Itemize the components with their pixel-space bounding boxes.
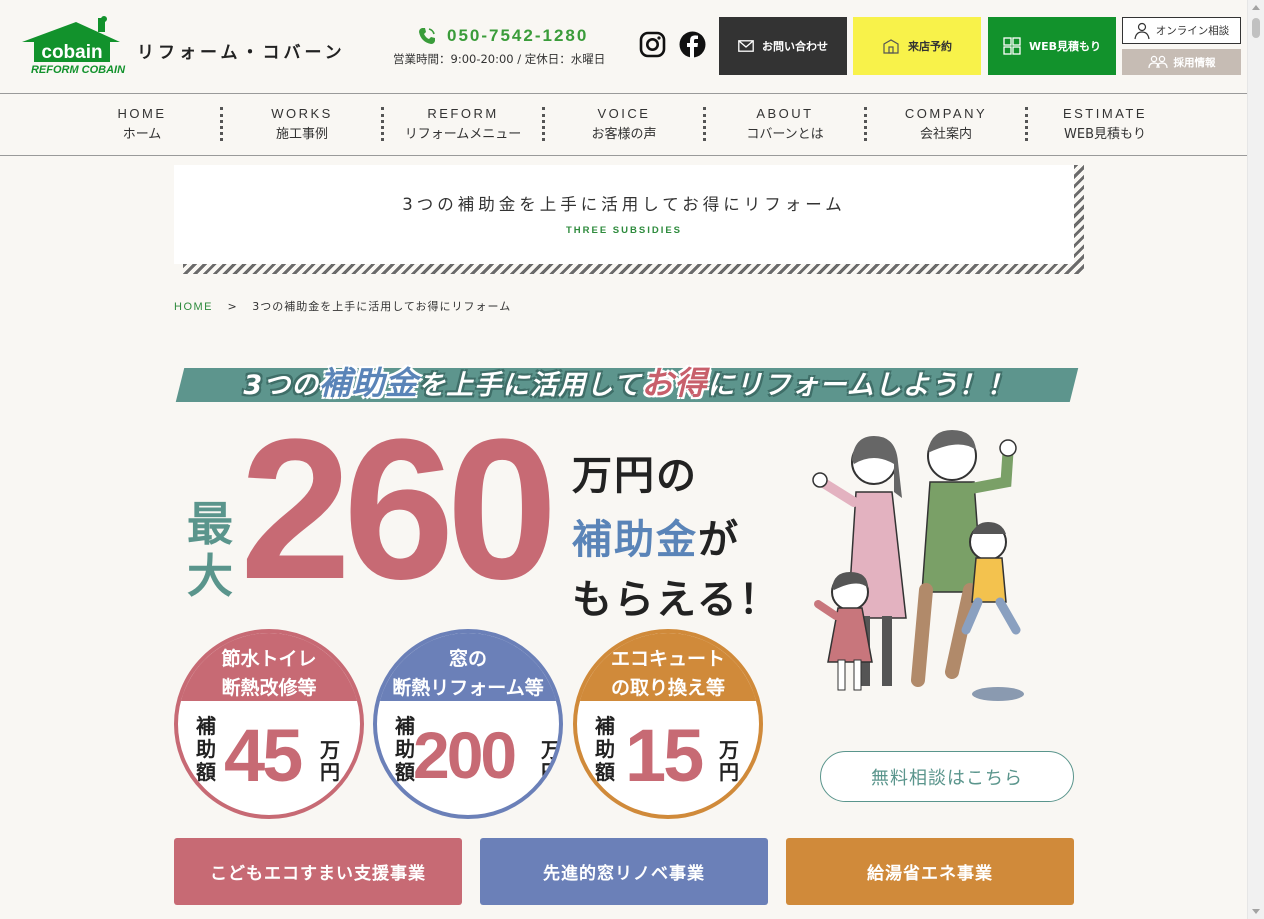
subsidy-amount: 200 bbox=[413, 718, 517, 792]
circle-title-line: 断熱リフォーム等 bbox=[392, 677, 544, 699]
amount-unit: 万円 bbox=[541, 738, 561, 784]
site-header: cobain REFORM COBAIN リフォーム・コバーン 050-7542… bbox=[0, 0, 1247, 94]
subsidy-circle-window: 窓の 断熱リフォーム等 補助額 200 万円 bbox=[373, 629, 563, 819]
nav-label-en: WORKS bbox=[271, 106, 333, 121]
nav-label-ja: リフォームメニュー bbox=[404, 127, 522, 142]
shop-icon bbox=[883, 39, 899, 54]
circle-title-line: エコキュート bbox=[610, 648, 725, 670]
circle-title: 窓の 断熱リフォーム等 bbox=[377, 645, 559, 703]
nav-item-works[interactable]: WORKS 施工事例 bbox=[222, 106, 382, 142]
company-logo[interactable]: cobain REFORM COBAIN bbox=[16, 16, 141, 76]
page-title-box: 3つの補助金を上手に活用してお得にリフォーム THREE SUBSIDIES bbox=[174, 165, 1084, 274]
subsidy-amount: 45 bbox=[224, 714, 303, 797]
subsidy-banner: 3つの補助金を上手に活用してお得にリフォームしよう！！ 最大 260 万円の 補… bbox=[174, 340, 1084, 830]
ribbon-text-part: 3つの bbox=[243, 370, 320, 401]
recruit-button[interactable]: 採用情報 bbox=[1122, 49, 1241, 75]
breadcrumb-current: 3つの補助金を上手に活用してお得にリフォーム bbox=[252, 300, 512, 313]
nav-item-reform[interactable]: REFORM リフォームメニュー bbox=[383, 106, 543, 142]
ribbon-highlight-otoku: お得 bbox=[641, 364, 708, 402]
visit-reservation-button[interactable]: 来店予約 bbox=[853, 17, 981, 75]
phone-contact[interactable]: 050-7542-1280 bbox=[417, 26, 588, 46]
subsidy-amount: 15 bbox=[625, 714, 704, 797]
breadcrumb-home[interactable]: HOME bbox=[174, 301, 213, 313]
phone-number[interactable]: 050-7542-1280 bbox=[447, 26, 588, 46]
nav-label-en: HOME bbox=[117, 106, 167, 121]
ribbon-highlight-subsidy: 補助金 bbox=[319, 364, 419, 402]
online-consult-label: オンライン相談 bbox=[1155, 25, 1230, 37]
program-button-window-renovation[interactable]: 先進的窓リノベ事業 bbox=[480, 838, 768, 905]
amount-unit: 万円 bbox=[719, 738, 739, 784]
nav-item-home[interactable]: HOME ホーム bbox=[62, 106, 222, 142]
family-illustration bbox=[812, 430, 1024, 701]
nav-label-en: VOICE bbox=[597, 106, 651, 121]
circle-title-line: 節水トイレ bbox=[221, 648, 317, 670]
circle-title: エコキュート の取り換え等 bbox=[577, 645, 759, 703]
page-title: 3つの補助金を上手に活用してお得にリフォーム bbox=[402, 195, 846, 214]
web-estimate-button[interactable]: WEB見積もり bbox=[988, 17, 1116, 75]
nav-label-ja: ホーム bbox=[122, 127, 162, 142]
program-button-water-heater[interactable]: 給湯省エネ事業 bbox=[786, 838, 1074, 905]
phone-icon bbox=[419, 28, 435, 44]
nav-label-en: REFORM bbox=[427, 106, 499, 121]
instagram-icon[interactable] bbox=[639, 31, 666, 58]
circle-title-line: 窓の bbox=[448, 648, 487, 670]
ribbon-text-part: を上手に活用して bbox=[418, 370, 642, 401]
calculator-icon bbox=[1003, 37, 1021, 55]
amount-label: 補助額 bbox=[196, 714, 216, 784]
mail-icon bbox=[738, 40, 754, 52]
subsidy-circle-toilet: 節水トイレ 断熱改修等 補助額 45 万円 bbox=[174, 629, 364, 819]
circle-title-line: 断熱改修等 bbox=[221, 677, 317, 699]
nav-item-voice[interactable]: VOICE お客様の声 bbox=[544, 106, 704, 142]
svg-text:REFORM COBAIN: REFORM COBAIN bbox=[31, 64, 126, 76]
headline-line-1: 万円の bbox=[572, 453, 698, 499]
headline-line-2: 補助金が bbox=[572, 507, 740, 565]
nav-label-ja: WEB見積もり bbox=[1064, 127, 1146, 142]
scrollbar-thumb[interactable] bbox=[1252, 18, 1260, 38]
nav-label-en: ESTIMATE bbox=[1062, 106, 1148, 121]
ribbon-text-part: にリフォームしよう！！ bbox=[707, 370, 1015, 401]
scroll-down-arrow[interactable] bbox=[1252, 909, 1260, 914]
nav-label-ja: お客様の声 bbox=[591, 127, 657, 142]
nav-label-ja: 会社案内 bbox=[919, 127, 972, 142]
svg-text:cobain: cobain bbox=[41, 42, 102, 63]
global-nav: HOME ホーム WORKS 施工事例 REFORM リフォームメニュー VOI… bbox=[0, 94, 1247, 156]
amount-unit: 万円 bbox=[320, 738, 340, 784]
contact-button-label: お問い合わせ bbox=[762, 40, 828, 53]
program-button-kodomo-eco[interactable]: こどもエコすまい支援事業 bbox=[174, 838, 462, 905]
headline-line-3: もらえる！ bbox=[572, 577, 781, 623]
nav-item-estimate[interactable]: ESTIMATE WEB見積もり bbox=[1025, 106, 1185, 142]
free-consultation-button[interactable]: 無料相談はこちら bbox=[820, 751, 1074, 802]
nav-label-en: COMPANY bbox=[904, 106, 988, 121]
page-subtitle: THREE SUBSIDIES bbox=[565, 225, 683, 236]
breadcrumb: HOME > 3つの補助金を上手に活用してお得にリフォーム bbox=[174, 298, 511, 314]
contact-button[interactable]: お問い合わせ bbox=[719, 17, 847, 75]
nav-item-company[interactable]: COMPANY 会社案内 bbox=[866, 106, 1026, 142]
nav-label-ja: 施工事例 bbox=[275, 127, 328, 142]
headline-subsidy-word: 補助金 bbox=[572, 517, 698, 563]
breadcrumb-separator: > bbox=[227, 300, 238, 313]
scroll-up-arrow[interactable] bbox=[1252, 5, 1260, 10]
circle-title-line: の取り換え等 bbox=[610, 677, 725, 699]
nav-label-ja: コバーンとは bbox=[746, 127, 824, 142]
person-icon bbox=[1134, 22, 1150, 39]
max-label: 最大 bbox=[187, 497, 233, 603]
facebook-icon[interactable] bbox=[679, 31, 706, 58]
amount-label: 補助額 bbox=[595, 714, 615, 784]
site-name: リフォーム・コバーン bbox=[137, 43, 346, 63]
nav-item-about[interactable]: ABOUT コバーンとは bbox=[705, 106, 865, 142]
business-hours: 営業時間：9:00-20:00 / 定休日：水曜日 bbox=[393, 52, 606, 66]
title-panel: 3つの補助金を上手に活用してお得にリフォーム THREE SUBSIDIES bbox=[174, 165, 1074, 264]
max-amount-number: 260 bbox=[240, 398, 558, 621]
headline-particle: が bbox=[698, 517, 740, 563]
people-icon bbox=[1147, 55, 1168, 69]
recruit-label: 採用情報 bbox=[1173, 56, 1216, 69]
visit-button-label: 来店予約 bbox=[908, 40, 952, 53]
subsidy-circle-ecocute: エコキュート の取り換え等 補助額 15 万円 bbox=[573, 629, 763, 819]
vertical-scrollbar[interactable] bbox=[1247, 0, 1264, 919]
online-consult-button[interactable]: オンライン相談 bbox=[1122, 17, 1241, 44]
circle-title: 節水トイレ 断熱改修等 bbox=[178, 645, 360, 703]
nav-label-en: ABOUT bbox=[756, 106, 814, 121]
web-estimate-label: WEB見積もり bbox=[1028, 40, 1102, 53]
